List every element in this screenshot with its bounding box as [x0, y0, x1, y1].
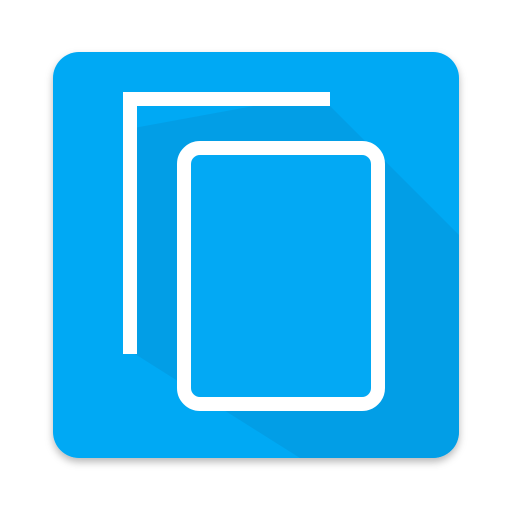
- front-page-outline: [177, 141, 385, 411]
- app-icon-canvas: [0, 0, 512, 512]
- copy-documents-icon[interactable]: [0, 0, 512, 512]
